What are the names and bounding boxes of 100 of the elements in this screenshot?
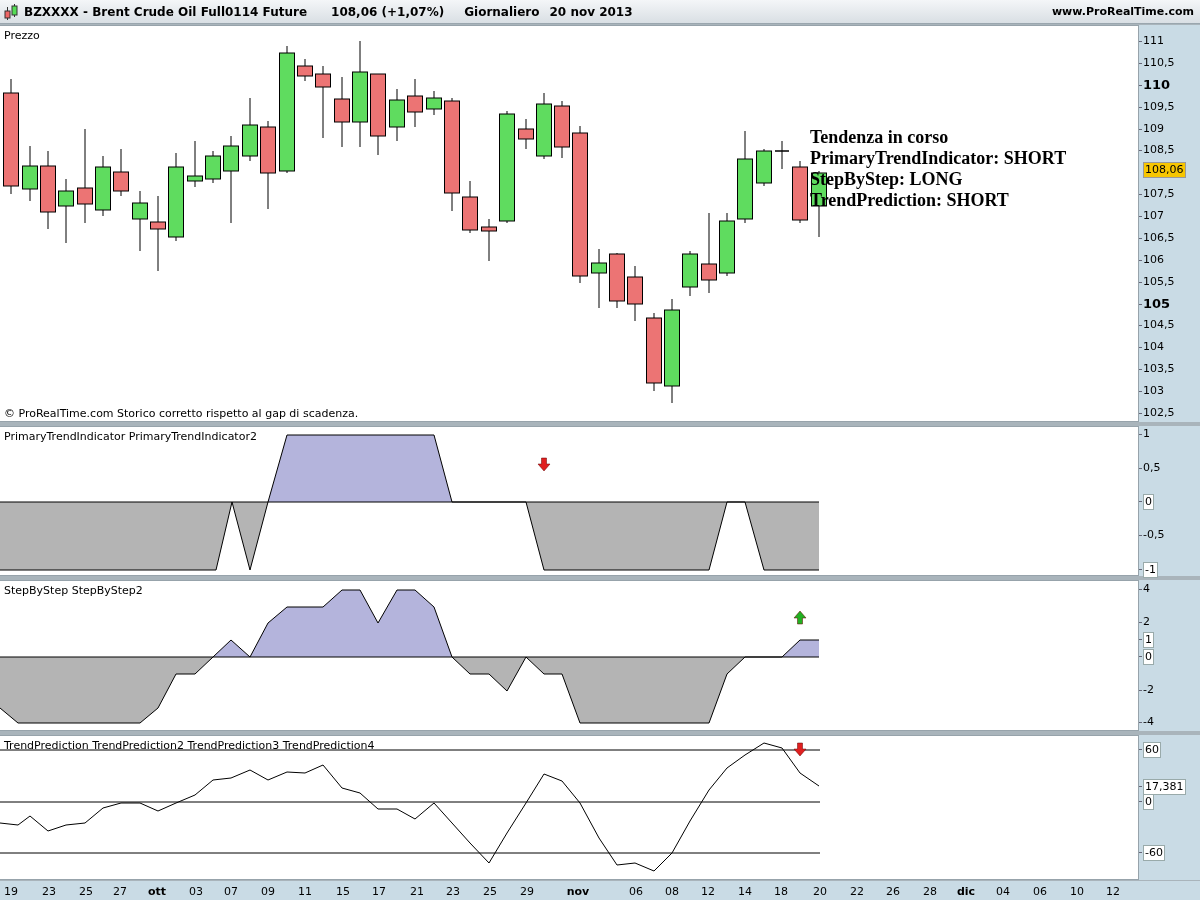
axis-label: 27 (113, 885, 127, 898)
axis-label: 25 (483, 885, 497, 898)
candlestick (554, 100, 570, 159)
axis-label: 108,5 (1143, 143, 1175, 158)
axis-label: -2 (1143, 683, 1154, 697)
candlestick (407, 78, 423, 128)
axis-label: 06 (1033, 885, 1047, 898)
arrow-down-icon (537, 457, 551, 472)
axis-label: nov (566, 885, 590, 898)
axis-label: 104 (1143, 340, 1164, 355)
axis-label: 106,5 (1143, 230, 1175, 245)
axis-label: 23 (446, 885, 460, 898)
candlestick (242, 97, 258, 162)
trend-summary-line: PrimaryTrendIndicator: SHORT (810, 148, 1067, 169)
axis-label: 1 (1143, 632, 1154, 648)
candlestick (205, 150, 221, 184)
candlestick (113, 148, 129, 197)
axis-label: 105 (1143, 296, 1171, 311)
axis-label: 105,5 (1143, 274, 1175, 289)
candlestick (481, 218, 497, 262)
candlestick (132, 190, 148, 252)
axis-label: 12 (1106, 885, 1120, 898)
candlestick (58, 178, 74, 244)
candlestick (187, 140, 203, 188)
axis-label: 28 (923, 885, 937, 898)
candlestick (95, 155, 111, 217)
candlestick (426, 90, 442, 116)
axis-label: 102,5 (1143, 405, 1175, 420)
axis-label: -4 (1143, 715, 1154, 729)
candlestick (22, 145, 38, 202)
axis-label: 25 (79, 885, 93, 898)
axis-label: 04 (996, 885, 1010, 898)
axis-label: 14 (738, 885, 752, 898)
axis-label: 26 (886, 885, 900, 898)
candlestick (627, 265, 643, 322)
date-text: 20 nov 2013 (549, 4, 633, 19)
axis-label: 29 (520, 885, 534, 898)
candlestick (297, 58, 313, 82)
candlestick (389, 88, 405, 142)
axis-label: 03 (189, 885, 203, 898)
pane-title: Prezzo (4, 29, 40, 42)
axis-label: 60 (1143, 742, 1161, 758)
indicator-title: TrendPrediction TrendPrediction2 TrendPrediction3 TrendPrediction4 (4, 739, 375, 752)
candlestick (462, 180, 478, 234)
indicator-title: PrimaryTrendIndicator PrimaryTrendIndicator2 (4, 430, 257, 443)
axis-label: 07 (224, 885, 238, 898)
axis-label: 23 (42, 885, 56, 898)
axis-label: 2 (1143, 615, 1150, 629)
axis-label: dic (956, 885, 976, 898)
candlestick-icon (4, 2, 18, 21)
axis-label: 0 (1143, 494, 1154, 510)
candlestick (591, 248, 607, 309)
axis-label: 17,381 (1143, 779, 1186, 795)
axis-label: 106 (1143, 252, 1164, 267)
axis-label: -1 (1143, 562, 1158, 578)
website-link[interactable]: www.ProRealTime.com (1051, 5, 1194, 18)
axis-label: 19 (4, 885, 18, 898)
axis-label: 18 (774, 885, 788, 898)
axis-label: -0,5 (1143, 528, 1165, 542)
axis-label: 104,5 (1143, 318, 1175, 333)
arrow-down-icon (793, 742, 807, 757)
candlestick (536, 92, 552, 160)
candlestick (334, 76, 350, 148)
axis-label: 11 (298, 885, 312, 898)
axis-label: 111 (1143, 34, 1164, 48)
axis-label: 15 (336, 885, 350, 898)
candlestick (682, 250, 698, 297)
trend-summary-line: Tendenza in corso (810, 127, 950, 148)
axis-label: ott (147, 885, 167, 898)
axis-label: 12 (701, 885, 715, 898)
axis-label: 10 (1070, 885, 1084, 898)
indicator-title: StepByStep StepByStep2 (4, 584, 143, 597)
axis-label: 103 (1143, 384, 1164, 399)
candlestick (518, 118, 534, 150)
axis-label: 107,5 (1143, 187, 1175, 202)
candlestick (609, 252, 625, 309)
axis-label: 109 (1143, 121, 1164, 136)
axis-label: 1 (1143, 427, 1150, 441)
period-text: Giornaliero (464, 4, 540, 19)
axis-label: 22 (850, 885, 864, 898)
axis-label: 20 (813, 885, 827, 898)
candlestick (719, 212, 735, 277)
instrument-title: BZXXXX - Brent Crude Oil Full0114 Future (24, 4, 308, 19)
axis-label: 110,5 (1143, 55, 1175, 70)
axis-label: 0 (1143, 649, 1154, 665)
axis-label: 103,5 (1143, 362, 1175, 377)
arrow-up-icon (793, 610, 807, 625)
quote-text: 108,06 (+1,07%) (331, 4, 445, 19)
axis-label: -60 (1143, 845, 1165, 861)
candlestick (774, 140, 790, 170)
axis-label: 0 (1143, 794, 1154, 810)
axis-label: 17 (372, 885, 386, 898)
axis-label: 107 (1143, 209, 1164, 224)
last-price-label: 108,06 (1143, 162, 1186, 178)
axis-label: 06 (629, 885, 643, 898)
axis-label: 109,5 (1143, 99, 1175, 114)
candlestick (756, 148, 772, 187)
candlestick (792, 160, 808, 224)
axis-label: 21 (410, 885, 424, 898)
axis-label: 0,5 (1143, 461, 1161, 475)
